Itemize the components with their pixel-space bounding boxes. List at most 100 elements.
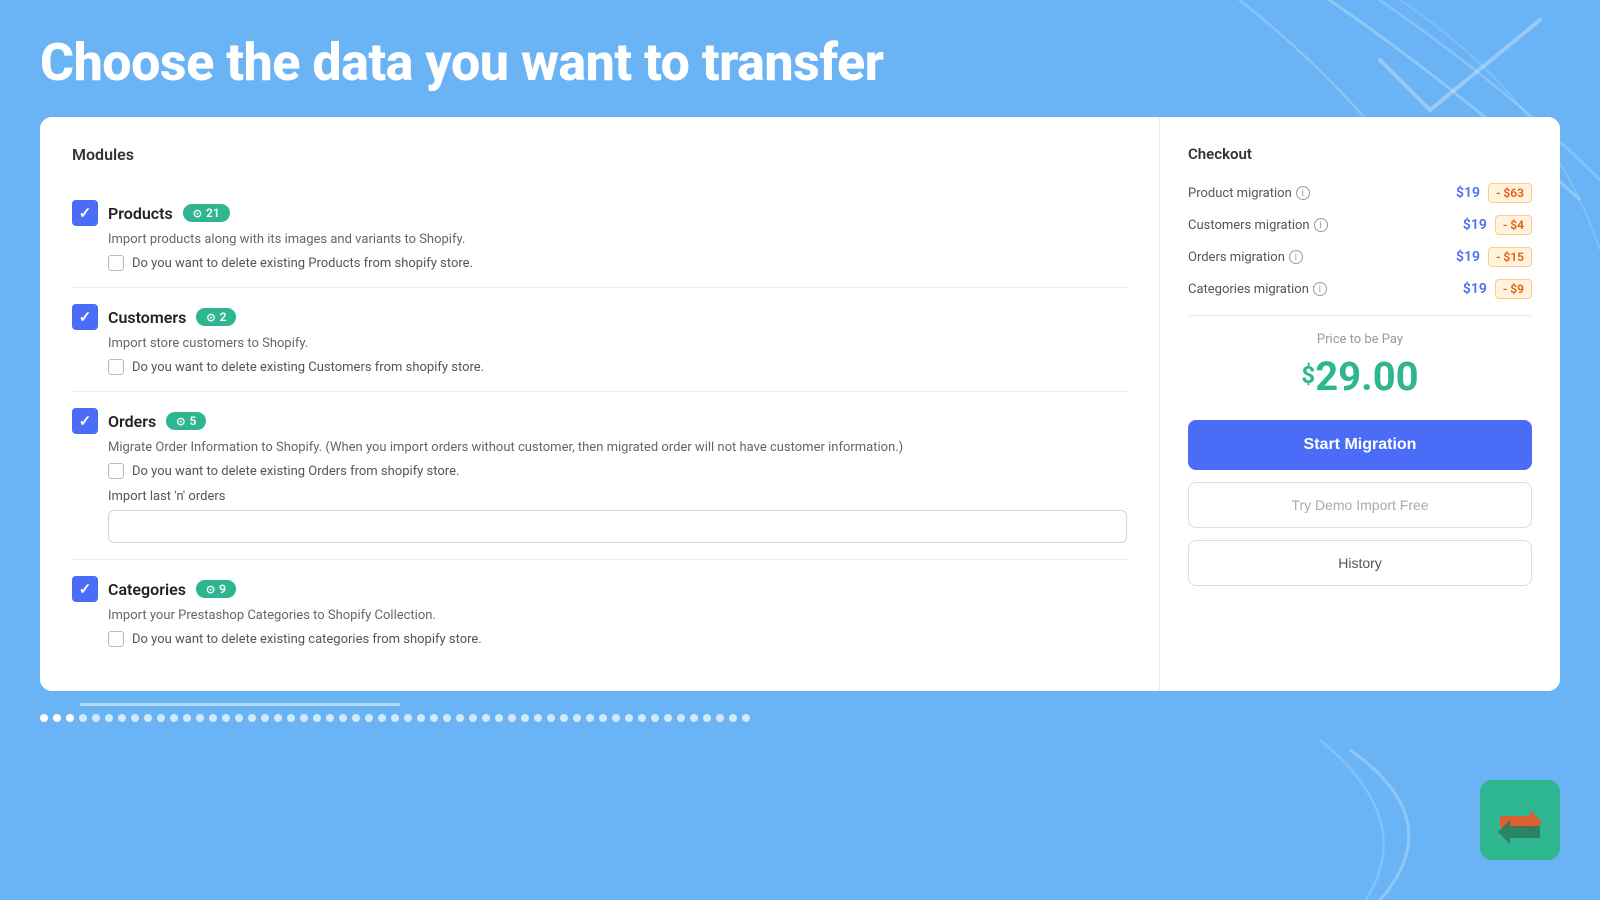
demo-import-button[interactable]: Try Demo Import Free xyxy=(1188,482,1532,528)
progress-dot xyxy=(170,714,178,722)
progress-dot xyxy=(248,714,256,722)
progress-dot xyxy=(729,714,737,722)
import-last-input[interactable] xyxy=(108,510,1127,543)
progress-dot xyxy=(742,714,750,722)
product-migration-label: Product migration i xyxy=(1188,186,1310,201)
orders-description: Migrate Order Information to Shopify. (W… xyxy=(108,440,1127,455)
products-name: Products xyxy=(108,204,173,223)
categories-migration-price: $19 xyxy=(1463,281,1487,297)
progress-dot xyxy=(573,714,581,722)
orders-delete-label: Do you want to delete existing Orders fr… xyxy=(132,464,459,479)
orders-count-badge: 5 xyxy=(166,412,206,430)
progress-dot xyxy=(703,714,711,722)
progress-dot xyxy=(352,714,360,722)
progress-dot xyxy=(287,714,295,722)
progress-dot xyxy=(274,714,282,722)
progress-dot xyxy=(612,714,620,722)
module-item-products: Products 21 Import products along with i… xyxy=(72,184,1127,288)
progress-dot xyxy=(508,714,516,722)
price-row-customers: Customers migration i $19 - $4 xyxy=(1188,215,1532,235)
progress-dot xyxy=(690,714,698,722)
progress-dot xyxy=(157,714,165,722)
progress-dot xyxy=(599,714,607,722)
categories-delete-checkbox[interactable] xyxy=(108,631,124,647)
total-amount: 29.00 xyxy=(1315,353,1418,400)
progress-dot xyxy=(222,714,230,722)
customers-migration-price: $19 xyxy=(1463,217,1487,233)
orders-delete-checkbox[interactable] xyxy=(108,463,124,479)
categories-delete-label: Do you want to delete existing categorie… xyxy=(132,632,482,647)
orders-migration-label: Orders migration i xyxy=(1188,250,1303,265)
progress-dot xyxy=(378,714,386,722)
progress-dot xyxy=(209,714,217,722)
orders-checkbox[interactable] xyxy=(72,408,98,434)
progress-dot xyxy=(118,714,126,722)
progress-dot xyxy=(469,714,477,722)
customers-delete-checkbox[interactable] xyxy=(108,359,124,375)
progress-dot xyxy=(651,714,659,722)
progress-dot xyxy=(456,714,464,722)
product-migration-price: $19 xyxy=(1456,185,1480,201)
products-delete-label: Do you want to delete existing Products … xyxy=(132,256,473,271)
page-title: Choose the data you want to transfer xyxy=(0,0,1600,117)
product-migration-info-icon[interactable]: i xyxy=(1296,186,1310,200)
progress-dot xyxy=(638,714,646,722)
progress-dot xyxy=(417,714,425,722)
progress-dot xyxy=(586,714,594,722)
customers-name: Customers xyxy=(108,308,186,327)
products-checkbox[interactable] xyxy=(72,200,98,226)
customers-description: Import store customers to Shopify. xyxy=(108,336,1127,351)
price-row-categories: Categories migration i $19 - $9 xyxy=(1188,279,1532,299)
modules-panel: Modules Products 21 Import products alon… xyxy=(40,117,1160,691)
progress-dot xyxy=(40,714,48,722)
customers-migration-label: Customers migration i xyxy=(1188,218,1328,233)
progress-dot xyxy=(183,714,191,722)
categories-name: Categories xyxy=(108,580,186,599)
progress-dots xyxy=(40,714,1560,722)
progress-dot xyxy=(404,714,412,722)
progress-dot xyxy=(144,714,152,722)
categories-count-badge: 9 xyxy=(196,580,236,598)
checkout-divider xyxy=(1188,315,1532,316)
progress-dot xyxy=(534,714,542,722)
progress-dot xyxy=(92,714,100,722)
progress-dot xyxy=(391,714,399,722)
categories-checkbox[interactable] xyxy=(72,576,98,602)
customers-delete-label: Do you want to delete existing Customers… xyxy=(132,360,484,375)
products-description: Import products along with its images an… xyxy=(108,232,1127,247)
progress-dot xyxy=(716,714,724,722)
module-item-orders: Orders 5 Migrate Order Information to Sh… xyxy=(72,392,1127,560)
progress-dot xyxy=(521,714,529,722)
progress-dot xyxy=(677,714,685,722)
main-card: Modules Products 21 Import products alon… xyxy=(40,117,1560,691)
progress-dot xyxy=(430,714,438,722)
progress-dot xyxy=(339,714,347,722)
categories-migration-info-icon[interactable]: i xyxy=(1313,282,1327,296)
products-count-badge: 21 xyxy=(183,204,230,222)
module-item-customers: Customers 2 Import store customers to Sh… xyxy=(72,288,1127,392)
modules-panel-title: Modules xyxy=(72,145,1127,164)
categories-migration-label: Categories migration i xyxy=(1188,282,1327,297)
price-row-products: Product migration i $19 - $63 xyxy=(1188,183,1532,203)
checkout-panel: Checkout Product migration i $19 - $63 C… xyxy=(1160,117,1560,691)
customers-count-badge: 2 xyxy=(196,308,236,326)
orders-migration-discount: - $15 xyxy=(1488,247,1532,267)
progress-dot xyxy=(547,714,555,722)
progress-dot xyxy=(664,714,672,722)
progress-dot xyxy=(625,714,633,722)
customers-migration-info-icon[interactable]: i xyxy=(1314,218,1328,232)
progress-dot xyxy=(365,714,373,722)
customers-checkbox[interactable] xyxy=(72,304,98,330)
price-row-orders: Orders migration i $19 - $15 xyxy=(1188,247,1532,267)
module-item-categories: Categories 9 Import your Prestashop Cate… xyxy=(72,560,1127,663)
currency-symbol: $ xyxy=(1301,361,1315,389)
start-migration-button[interactable]: Start Migration xyxy=(1188,420,1532,470)
total-price: $29.00 xyxy=(1188,353,1532,400)
progress-dot xyxy=(53,714,61,722)
orders-migration-info-icon[interactable]: i xyxy=(1289,250,1303,264)
progress-dot xyxy=(66,714,74,722)
products-delete-checkbox[interactable] xyxy=(108,255,124,271)
categories-migration-discount: - $9 xyxy=(1495,279,1532,299)
checkout-title: Checkout xyxy=(1188,145,1532,163)
history-button[interactable]: History xyxy=(1188,540,1532,586)
